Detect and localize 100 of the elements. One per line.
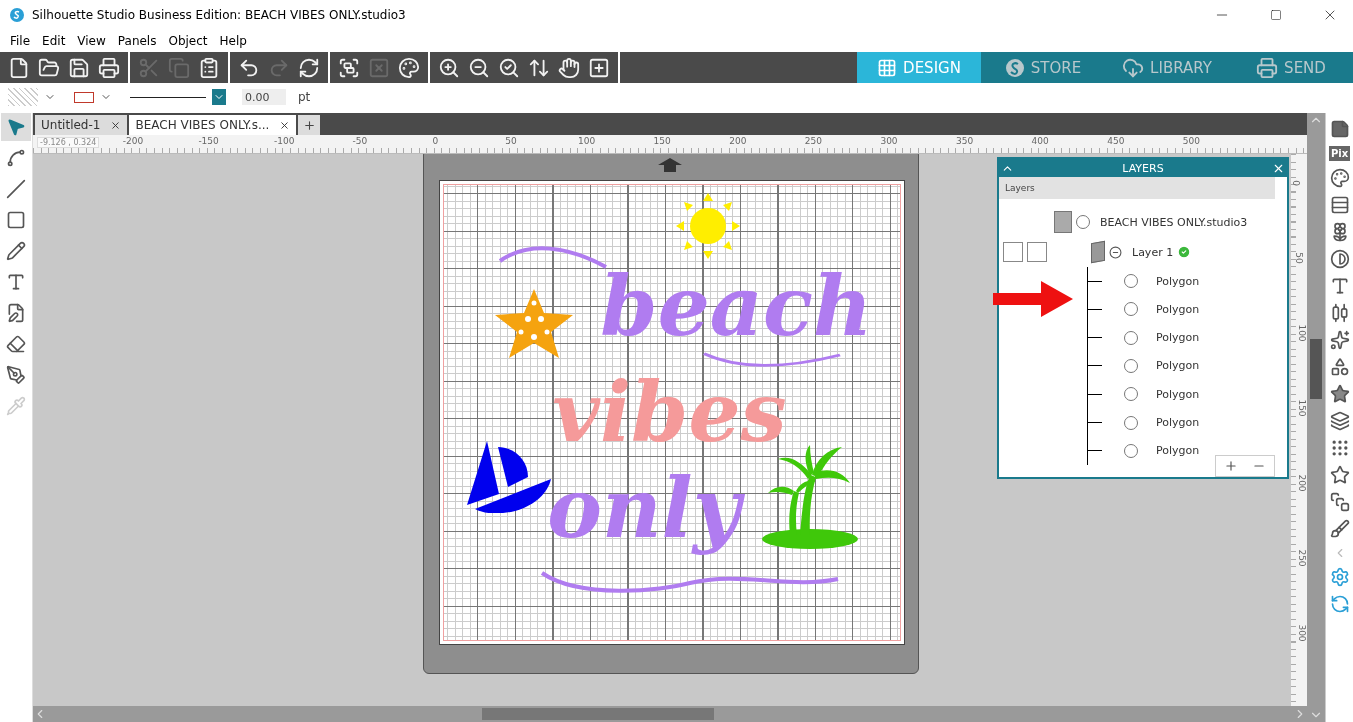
shapes-icon[interactable] <box>1329 357 1350 377</box>
pointer-icon[interactable] <box>1 113 31 141</box>
ruler-label: -200 <box>122 136 144 146</box>
grid-icon <box>877 57 898 78</box>
menu-item[interactable]: Edit <box>36 33 72 48</box>
s-logo-icon <box>1004 57 1025 78</box>
close-icon[interactable] <box>110 119 122 131</box>
star-icon[interactable] <box>1329 384 1350 404</box>
palette-icon[interactable] <box>1329 168 1350 188</box>
radio-button[interactable] <box>1124 330 1138 345</box>
settings-icon[interactable] <box>1329 567 1350 587</box>
ruler-label: 150 <box>653 136 671 146</box>
cursor-coordinates: -9.126 , 0.324 <box>37 137 100 148</box>
radio-button[interactable] <box>1076 215 1090 229</box>
menu-item[interactable]: Panels <box>111 33 163 48</box>
app-logo-icon <box>10 8 24 22</box>
ruler-label: 0 <box>1290 180 1301 186</box>
plus-icon[interactable] <box>302 118 316 132</box>
new-tab-button[interactable] <box>298 115 321 135</box>
layers-icon[interactable] <box>1329 411 1350 431</box>
feed-arrow-icon <box>658 158 682 172</box>
object-name[interactable]: Polygon <box>1156 416 1200 430</box>
ruler-label: 250 <box>804 136 822 146</box>
print-icon[interactable] <box>98 56 120 79</box>
ruler-label: 300 <box>1296 624 1307 642</box>
stack-icon[interactable] <box>1329 492 1350 512</box>
group-icon[interactable] <box>338 56 360 79</box>
open-folder-icon[interactable] <box>38 56 60 79</box>
object-name[interactable]: Polygon <box>1156 331 1200 345</box>
menu-item[interactable]: File <box>4 33 37 48</box>
fill-pattern-swatch[interactable] <box>8 88 38 106</box>
save-icon[interactable] <box>68 56 90 79</box>
menu-item[interactable]: View <box>71 33 112 48</box>
radio-button[interactable] <box>1124 359 1138 373</box>
line-style-sample[interactable] <box>130 96 206 98</box>
zoom-out-icon[interactable] <box>468 56 490 79</box>
line-color-swatch[interactable] <box>74 91 94 103</box>
collapse-icon[interactable] <box>1109 245 1122 259</box>
ruler-label: 100 <box>1296 324 1307 342</box>
radio-button[interactable] <box>1124 302 1138 317</box>
radio-button[interactable] <box>1124 274 1138 289</box>
lines-icon[interactable] <box>1329 195 1350 215</box>
cloud-download-icon <box>1122 56 1145 79</box>
window-title: Silhouette Studio Business Edition: BEACH VIBES ONLY.studio3 <box>32 8 407 22</box>
fit-page-icon[interactable] <box>588 56 610 79</box>
sync-icon[interactable] <box>1329 594 1350 614</box>
document-icon <box>1054 211 1072 233</box>
ruler-label: 250 <box>1296 549 1307 567</box>
ruler-label: -100 <box>273 136 295 146</box>
ruler-label: 200 <box>1296 474 1307 492</box>
layer-icon <box>1091 240 1105 264</box>
new-file-icon[interactable] <box>8 56 30 79</box>
page-setup-icon[interactable] <box>1329 119 1350 139</box>
contrast-icon[interactable] <box>1329 249 1350 269</box>
palm-tree-icon <box>760 443 860 551</box>
menu-item[interactable]: Object <box>162 33 214 48</box>
ruler-label: 0 <box>432 136 439 146</box>
hand-icon[interactable] <box>558 56 580 79</box>
ruler-label: 400 <box>1031 136 1049 146</box>
object-name[interactable]: Polygon <box>1156 387 1200 401</box>
sparkle-icon[interactable] <box>1329 330 1350 350</box>
document-tab[interactable]: BEACH VIBES ONLY.s... <box>129 115 297 135</box>
replicate-icon[interactable] <box>298 56 320 79</box>
ruler-label: 150 <box>1296 399 1307 417</box>
scroll-thumb[interactable] <box>1310 339 1322 399</box>
menu-item[interactable]: Help <box>213 33 253 48</box>
radio-button[interactable] <box>1124 443 1138 458</box>
document-tab[interactable]: Untitled-1 <box>35 115 128 135</box>
close-icon[interactable] <box>279 119 291 131</box>
ruler-label: 500 <box>1182 136 1200 146</box>
layer-name[interactable]: Layer 1 <box>1132 245 1174 259</box>
unit-label: pt <box>298 90 311 104</box>
zoom-select-icon[interactable] <box>498 56 520 79</box>
vertical-scrollbar[interactable] <box>1307 113 1325 722</box>
object-name[interactable]: Polygon <box>1156 359 1200 373</box>
line-width-field[interactable]: 0.00 <box>242 89 286 105</box>
ruler-label: -150 <box>198 136 219 146</box>
maximize-icon[interactable] <box>1270 9 1282 21</box>
star-icon[interactable] <box>1329 465 1350 485</box>
ruler-label: 450 <box>1107 136 1125 146</box>
ruler-label: 350 <box>956 136 974 146</box>
document-name: BEACH VIBES ONLY.studio3 <box>1100 215 1248 229</box>
annotation-arrow-icon <box>993 279 1073 319</box>
panel-title: LAYERS <box>1122 161 1164 175</box>
ruler-label: 100 <box>578 136 596 146</box>
object-name[interactable]: Polygon <box>1156 444 1200 458</box>
ruler-label: 50 <box>1293 252 1304 264</box>
brush-icon[interactable] <box>1329 519 1350 539</box>
radio-button[interactable] <box>1124 387 1138 402</box>
pixscan-button[interactable]: Pix <box>1328 146 1351 161</box>
object-name[interactable]: Polygon <box>1156 302 1200 316</box>
ruler-label: 300 <box>880 136 898 146</box>
ruler-label: 50 <box>505 136 517 146</box>
clipboard-icon[interactable] <box>198 56 220 79</box>
zoom-in-icon[interactable] <box>438 56 460 79</box>
section-label: Layers <box>1005 183 1035 193</box>
radio-button[interactable] <box>1124 415 1138 430</box>
scroll-thumb[interactable] <box>482 708 714 720</box>
horizontal-scrollbar[interactable] <box>33 706 1307 722</box>
object-name[interactable]: Polygon <box>1156 274 1200 288</box>
